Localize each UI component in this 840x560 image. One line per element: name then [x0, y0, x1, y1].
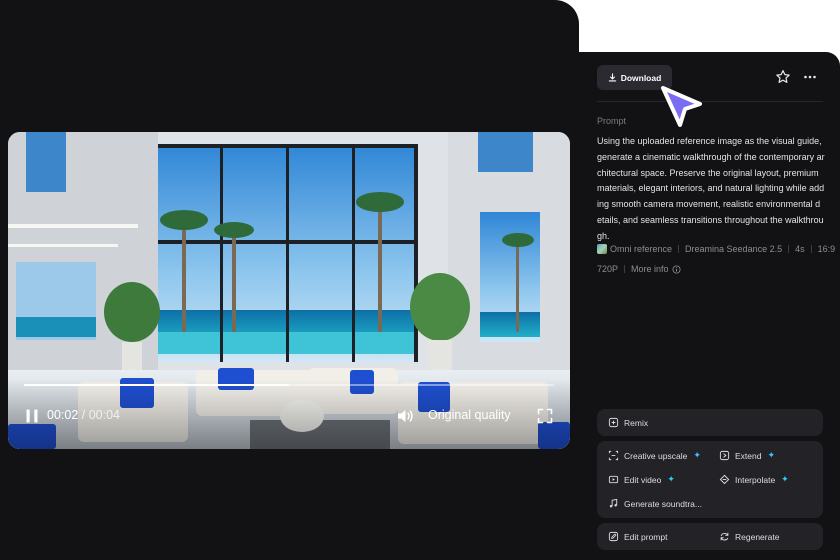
- sparkle-icon: ✦: [767, 450, 776, 460]
- creative-upscale-button[interactable]: Creative upscale ✦: [608, 450, 701, 461]
- sparkle-icon: ✦: [781, 474, 789, 484]
- download-icon: [608, 73, 616, 82]
- quality-selector[interactable]: Original quality: [428, 408, 511, 422]
- fullscreen-icon[interactable]: [537, 408, 553, 424]
- regenerate-icon: [720, 532, 729, 541]
- info-icon[interactable]: [672, 264, 681, 274]
- meta-reference: Omni reference: [610, 244, 673, 254]
- generate-soundtrack-label: Generate soundtra...: [624, 498, 702, 509]
- remix-card[interactable]: Remix: [597, 409, 823, 436]
- star-icon[interactable]: [775, 69, 791, 85]
- edit-prompt-label: Edit prompt: [624, 531, 668, 542]
- generation-meta: Omni reference Dreamina Seedance 2.5 4s …: [597, 244, 835, 254]
- creative-upscale-label: Creative upscale: [624, 450, 688, 461]
- time-separator: /: [78, 408, 89, 422]
- extend-button[interactable]: Extend ✦: [719, 450, 775, 461]
- reference-thumbnail: [597, 244, 607, 254]
- interpolate-label: Interpolate: [735, 474, 776, 485]
- meta-separator: [788, 245, 790, 253]
- edit-prompt-icon: [608, 531, 619, 542]
- interpolate-button[interactable]: Interpolate ✦: [719, 474, 789, 485]
- generation-meta-2: 720P More info: [597, 264, 681, 274]
- meta-separator: [624, 265, 626, 273]
- playback-time: 00:02 / 00:04: [47, 408, 120, 422]
- regenerate-label: Regenerate: [735, 531, 780, 542]
- video-player[interactable]: 00:02 / 00:04 Original quality: [8, 132, 570, 449]
- prompt-heading: Prompt: [597, 116, 627, 126]
- current-time: 00:02: [47, 408, 79, 422]
- meta-ratio: 16:9: [817, 244, 836, 254]
- progress-bar[interactable]: [24, 384, 554, 386]
- more-options-icon[interactable]: [802, 69, 818, 85]
- meta-separator: [678, 245, 680, 253]
- header-divider: [597, 101, 823, 102]
- generate-soundtrack-button[interactable]: Generate soundtra...: [608, 498, 702, 509]
- upscale-icon: [608, 450, 619, 461]
- regenerate-button[interactable]: Regenerate: [719, 531, 779, 542]
- remix-icon: [608, 417, 619, 428]
- pause-icon[interactable]: [24, 408, 40, 424]
- total-time: 00:04: [88, 408, 120, 422]
- meta-resolution: 720P: [597, 264, 619, 274]
- more-info-link[interactable]: More info: [631, 264, 669, 274]
- prompt-text: Using the uploaded reference image as th…: [597, 136, 825, 241]
- pointer-cursor-icon: [661, 86, 702, 127]
- remix-button[interactable]: Remix: [608, 417, 648, 428]
- download-label: Download: [620, 72, 662, 83]
- meta-model: Dreamina Seedance 2.5: [685, 244, 783, 254]
- progress-fill: [24, 384, 289, 386]
- extend-icon: [719, 450, 730, 461]
- edit-video-icon: [608, 475, 619, 484]
- sparkle-icon: ✦: [667, 474, 675, 484]
- interpolate-icon: [719, 474, 730, 485]
- edit-prompt-button[interactable]: Edit prompt: [608, 531, 667, 542]
- edit-tools-card: Creative upscale ✦ Extend ✦ Edit video ✦…: [597, 441, 823, 518]
- volume-icon[interactable]: [396, 407, 414, 425]
- meta-separator: [810, 245, 812, 253]
- edit-video-label: Edit video: [624, 474, 662, 485]
- extend-label: Extend: [735, 450, 762, 461]
- remix-label: Remix: [624, 417, 649, 428]
- music-note-icon: [609, 498, 618, 508]
- sparkle-icon: ✦: [693, 450, 701, 460]
- edit-video-button[interactable]: Edit video ✦: [608, 474, 675, 485]
- prompt-actions-card: Edit prompt Regenerate: [597, 523, 823, 550]
- meta-duration: 4s: [795, 244, 805, 254]
